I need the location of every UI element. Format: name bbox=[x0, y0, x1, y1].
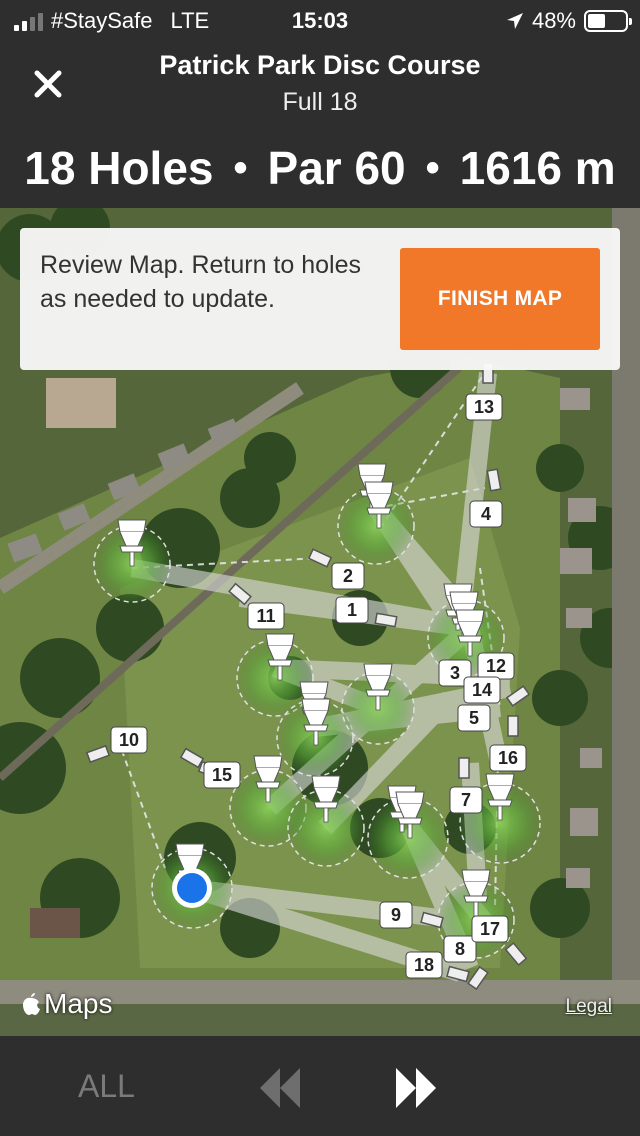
hole-label-15[interactable]: 15 bbox=[203, 761, 241, 789]
course-title: Patrick Park Disc Course bbox=[159, 50, 481, 80]
svg-text:4: 4 bbox=[481, 504, 491, 524]
svg-text:5: 5 bbox=[469, 708, 479, 728]
review-message: Review Map. Return to holes as needed to… bbox=[40, 251, 361, 313]
svg-text:17: 17 bbox=[480, 919, 500, 939]
svg-text:16: 16 bbox=[498, 748, 518, 768]
par-total: Par 60 bbox=[267, 142, 406, 194]
hole-label-2[interactable]: 2 bbox=[331, 562, 365, 590]
svg-text:18: 18 bbox=[414, 955, 434, 975]
svg-text:9: 9 bbox=[391, 905, 401, 925]
previous-hole-button[interactable] bbox=[256, 1064, 304, 1117]
svg-text:2: 2 bbox=[343, 566, 353, 586]
hole-label-4[interactable]: 4 bbox=[469, 500, 503, 528]
holes-count: 18 Holes bbox=[24, 142, 214, 194]
status-right: 48% bbox=[506, 8, 632, 34]
svg-text:15: 15 bbox=[212, 765, 232, 785]
all-holes-button[interactable]: ALL bbox=[78, 1068, 135, 1105]
svg-text:12: 12 bbox=[486, 656, 506, 676]
hole-label-5[interactable]: 5 bbox=[457, 704, 491, 732]
svg-text:8: 8 bbox=[455, 939, 465, 959]
hole-label-8[interactable]: 8 bbox=[443, 935, 477, 963]
course-distance: 1616 m bbox=[459, 142, 616, 194]
hole-label-9[interactable]: 9 bbox=[379, 901, 413, 929]
svg-text:7: 7 bbox=[461, 790, 471, 810]
hole-label-14[interactable]: 14 bbox=[463, 676, 501, 704]
battery-fill bbox=[588, 14, 605, 28]
finish-map-button[interactable]: FINISH MAP bbox=[400, 248, 600, 350]
status-bar: #StaySafe LTE 15:03 48% bbox=[0, 0, 640, 40]
hole-label-1[interactable]: 1 bbox=[335, 596, 369, 624]
legal-link[interactable]: Legal bbox=[566, 996, 613, 1018]
next-hole-button[interactable] bbox=[392, 1064, 440, 1117]
svg-text:13: 13 bbox=[474, 397, 494, 417]
nav-bar: Patrick Park Disc Course Full 18 bbox=[0, 40, 640, 128]
hole-label-17[interactable]: 17 bbox=[471, 915, 509, 943]
hole-label-11[interactable]: 11 bbox=[247, 602, 285, 630]
svg-text:1: 1 bbox=[347, 600, 357, 620]
hole-label-16[interactable]: 16 bbox=[489, 744, 527, 772]
fast-forward-icon bbox=[396, 1068, 436, 1108]
hole-label-10[interactable]: 10 bbox=[110, 726, 148, 754]
apple-maps-logo: Maps bbox=[20, 988, 112, 1020]
svg-text:3: 3 bbox=[450, 663, 460, 683]
review-card: Review Map. Return to holes as needed to… bbox=[20, 228, 620, 370]
svg-text:14: 14 bbox=[472, 680, 492, 700]
hole-label-12[interactable]: 12 bbox=[477, 652, 515, 680]
battery-percent: 48% bbox=[531, 8, 576, 33]
svg-text:10: 10 bbox=[119, 730, 139, 750]
hole-label-13[interactable]: 13 bbox=[465, 393, 503, 421]
separator-dot: • bbox=[233, 145, 248, 190]
separator-dot: • bbox=[425, 145, 440, 190]
rewind-icon bbox=[260, 1068, 300, 1108]
svg-text:11: 11 bbox=[256, 606, 275, 626]
bottom-toolbar: ALL bbox=[0, 1036, 640, 1136]
hole-label-7[interactable]: 7 bbox=[449, 786, 483, 814]
maps-brand: Maps bbox=[44, 988, 113, 1019]
course-summary: 18 Holes • Par 60 • 1616 m bbox=[0, 128, 640, 208]
location-arrow-icon bbox=[506, 13, 523, 29]
layout-subtitle: Full 18 bbox=[282, 88, 358, 116]
apple-icon bbox=[23, 993, 40, 1015]
battery-icon bbox=[584, 10, 632, 32]
hole-label-18[interactable]: 18 bbox=[405, 951, 443, 979]
